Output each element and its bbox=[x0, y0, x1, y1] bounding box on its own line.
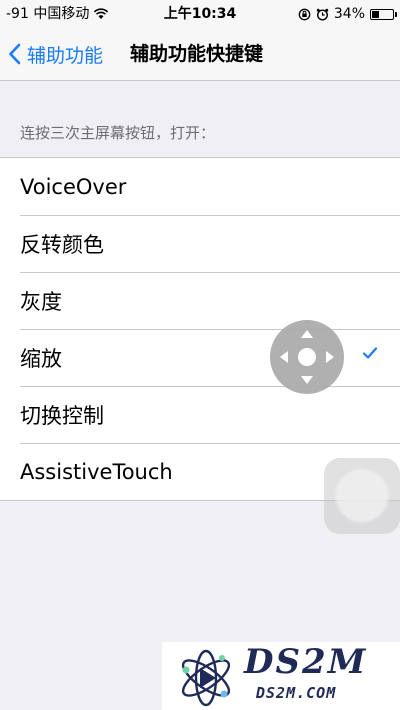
option-invert-colors[interactable]: 反转颜色 bbox=[0, 215, 400, 272]
option-label: AssistiveTouch bbox=[20, 459, 173, 484]
ds2m-logo-icon bbox=[181, 649, 231, 707]
page-title: 辅助功能快捷键 bbox=[130, 43, 264, 65]
rotation-lock-icon bbox=[298, 8, 311, 20]
alarm-icon bbox=[316, 8, 329, 21]
back-label: 辅助功能 bbox=[27, 44, 104, 67]
watermark-site: DS2M.COM bbox=[256, 684, 337, 702]
option-label: 灰度 bbox=[20, 289, 62, 314]
section-header: 连按三次主屏幕按钮，打开： bbox=[20, 124, 216, 142]
zoom-controller[interactable] bbox=[270, 320, 344, 394]
checkmark-icon bbox=[362, 347, 378, 359]
back-button[interactable]: 辅助功能 bbox=[8, 28, 103, 80]
battery-percent: 34% bbox=[333, 6, 365, 22]
option-switch-control[interactable]: 切换控制 bbox=[0, 386, 400, 443]
watermark-brand: DS2M bbox=[244, 642, 368, 682]
status-bar: -91 中国移动 上午10:34 34% bbox=[0, 0, 400, 28]
dpad-icon bbox=[280, 330, 334, 384]
navigation-bar: 辅助功能 辅助功能快捷键 bbox=[0, 28, 400, 81]
status-right: 34% bbox=[298, 0, 397, 28]
watermark: DS2M DS2M.COM bbox=[162, 642, 400, 710]
battery-icon bbox=[370, 8, 397, 20]
assistivetouch-button[interactable] bbox=[324, 458, 400, 534]
chevron-left-icon bbox=[9, 43, 21, 65]
option-label: 反转颜色 bbox=[20, 232, 104, 257]
battery-fill bbox=[372, 10, 380, 18]
option-label: VoiceOver bbox=[20, 174, 127, 199]
option-label: 切换控制 bbox=[20, 403, 104, 428]
option-voiceover[interactable]: VoiceOver bbox=[0, 158, 400, 215]
option-label: 缩放 bbox=[20, 346, 62, 371]
assistivetouch-icon bbox=[337, 471, 387, 521]
